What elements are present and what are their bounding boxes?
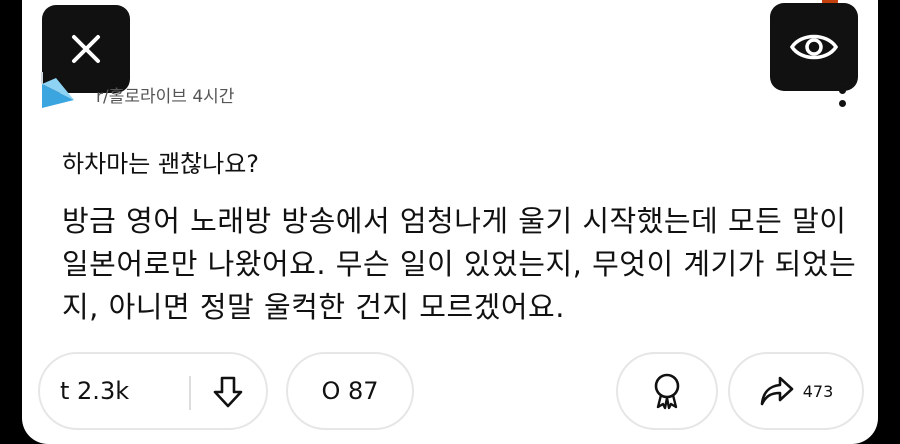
downvote-arrow-icon[interactable] — [208, 372, 248, 412]
share-button[interactable]: 473 — [728, 352, 864, 430]
post-meta[interactable]: r/홀로라이브 4시간 — [96, 82, 234, 107]
vote-control: t 2.3k — [38, 352, 268, 430]
vote-divider — [189, 376, 191, 410]
more-options-button[interactable] — [838, 74, 848, 114]
comment-count: O 87 — [321, 377, 379, 405]
upvote-count[interactable]: t 2.3k — [60, 377, 129, 405]
post-title: 하차마는 괜찮나요? — [62, 150, 260, 178]
subreddit-avatar[interactable] — [38, 70, 82, 114]
share-count: 473 — [802, 381, 834, 401]
award-icon — [654, 373, 680, 410]
share-arrow-icon — [760, 376, 794, 406]
close-icon — [72, 35, 100, 63]
action-bar: t 2.3k O 87 473 — [0, 352, 900, 432]
comments-button[interactable]: O 87 — [286, 352, 414, 430]
eye-icon — [789, 34, 839, 60]
award-button[interactable] — [616, 352, 718, 430]
post-body: 방금 영어 노래방 방송에서 엄청나게 울기 시작했는데 모든 말이 일본어로만… — [62, 204, 857, 324]
